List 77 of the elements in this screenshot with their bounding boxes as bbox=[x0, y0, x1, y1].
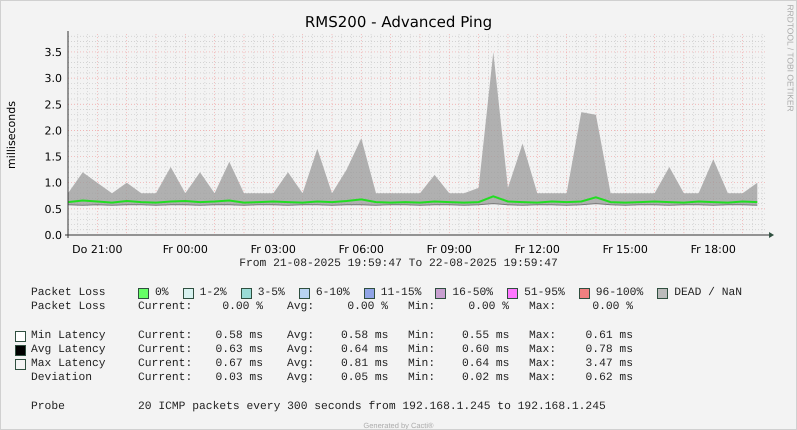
stat-label: Avg: bbox=[286, 330, 316, 342]
stat-value: 0.64 ms bbox=[341, 344, 388, 356]
legend-label: Min Latency bbox=[31, 330, 107, 342]
stat-value: 0.00 % bbox=[467, 301, 509, 313]
stat-value: 0.00 % bbox=[221, 301, 263, 313]
time-range: From 21-08-2025 19:59:47 To 22-08-2025 19:59:47 bbox=[238, 260, 559, 272]
stat-label: Max: bbox=[528, 358, 558, 370]
y-tick-label: 1.0 bbox=[44, 176, 62, 190]
y-tick-label: 1.5 bbox=[44, 150, 62, 164]
y-tick-label: 3.0 bbox=[44, 72, 62, 86]
stat-label: Avg: bbox=[286, 301, 316, 313]
stat-value: 0.61 ms bbox=[584, 330, 633, 342]
stat-label: Avg: bbox=[286, 344, 316, 356]
loss-range-label: 1-2% bbox=[200, 287, 227, 299]
stat-value: 0.62 ms bbox=[584, 372, 633, 384]
legend-label: Packet Loss bbox=[31, 301, 107, 313]
legend-label: Deviation bbox=[31, 372, 94, 384]
stat-value: 0.58 ms bbox=[214, 330, 263, 342]
y-tick-label: 0.5 bbox=[44, 202, 62, 216]
loss-range-label: 0% bbox=[155, 287, 169, 299]
stat-value: 0.02 ms bbox=[462, 372, 509, 384]
side-label: RRDTOOL / TOBI OETIKER bbox=[785, 4, 796, 112]
stat-value: 0.67 ms bbox=[214, 358, 263, 370]
x-tick-label: Fr 03:00 bbox=[250, 243, 296, 256]
x-tick-label: Fr 18:00 bbox=[690, 243, 736, 256]
x-tick-label: Fr 00:00 bbox=[162, 243, 208, 256]
x-tick-label: Fr 15:00 bbox=[602, 243, 648, 256]
y-axis-label: milliseconds bbox=[5, 101, 18, 169]
stat-label: Min: bbox=[407, 358, 436, 370]
stat-label: Current: bbox=[138, 301, 192, 313]
stat-label: Max: bbox=[528, 344, 558, 356]
stat-value: 0.00 % bbox=[346, 301, 388, 313]
stat-value: 0.58 ms bbox=[341, 330, 388, 342]
stat-label: Avg: bbox=[286, 372, 316, 384]
stat-value: 0.78 ms bbox=[584, 344, 633, 356]
stat-label: Avg: bbox=[286, 358, 316, 370]
x-tick-label: Fr 06:00 bbox=[338, 243, 384, 256]
x-tick-label: Fr 09:00 bbox=[426, 243, 472, 256]
y-tick-label: 3.5 bbox=[44, 46, 62, 59]
stat-label: Current: bbox=[138, 358, 192, 370]
stat-value: 0.63 ms bbox=[214, 344, 263, 356]
stat-label: Max: bbox=[528, 372, 558, 384]
loss-range-label: 6-10% bbox=[316, 287, 350, 299]
stat-value: 0.64 ms bbox=[462, 358, 509, 370]
loss-range-label: 51-95% bbox=[524, 287, 565, 299]
stat-value: 0.81 ms bbox=[341, 358, 388, 370]
graph-title: RMS200 - Advanced Ping bbox=[304, 12, 494, 30]
stat-label: Current: bbox=[138, 344, 192, 356]
loss-range-label: 16-50% bbox=[452, 287, 494, 299]
stat-value: 0.55 ms bbox=[462, 330, 509, 342]
stat-value: 3.47 ms bbox=[584, 358, 633, 370]
stat-value: 0.05 ms bbox=[341, 372, 388, 384]
y-tick-label: 2.5 bbox=[44, 98, 62, 112]
legend-label: Packet Loss bbox=[31, 287, 107, 299]
stat-label: Min: bbox=[407, 330, 436, 342]
stat-label: Min: bbox=[407, 344, 436, 356]
stat-label: Max: bbox=[528, 301, 558, 313]
stat-label: Min: bbox=[407, 372, 436, 384]
stat-value: 0.03 ms bbox=[214, 372, 263, 384]
y-tick-label: 2.0 bbox=[44, 124, 62, 138]
stat-label: Min: bbox=[407, 301, 436, 313]
y-tick-label: 0.0 bbox=[44, 229, 62, 242]
stat-label: Current: bbox=[138, 330, 192, 342]
loss-range-label: 11-15% bbox=[380, 287, 422, 299]
stat-label: Max: bbox=[528, 330, 558, 342]
loss-range-label: DEAD / NaN bbox=[674, 287, 742, 299]
stat-label: Current: bbox=[138, 372, 192, 384]
probe-description: 20 ICMP packets every 300 seconds from 192.168.1.245 to 192.168.1.245 bbox=[138, 401, 606, 413]
x-tick-label: Do 21:00 bbox=[72, 243, 123, 256]
legend-label: Avg Latency bbox=[31, 344, 107, 356]
stat-value: 0.60 ms bbox=[462, 344, 509, 356]
stat-value: 0.00 % bbox=[591, 301, 633, 313]
legend-label: Probe bbox=[31, 401, 66, 413]
x-tick-label: Fr 12:00 bbox=[514, 243, 560, 256]
loss-range-label: 3-5% bbox=[258, 287, 285, 299]
legend-label: Max Latency bbox=[31, 358, 107, 370]
loss-range-label: 96-100% bbox=[596, 287, 644, 299]
